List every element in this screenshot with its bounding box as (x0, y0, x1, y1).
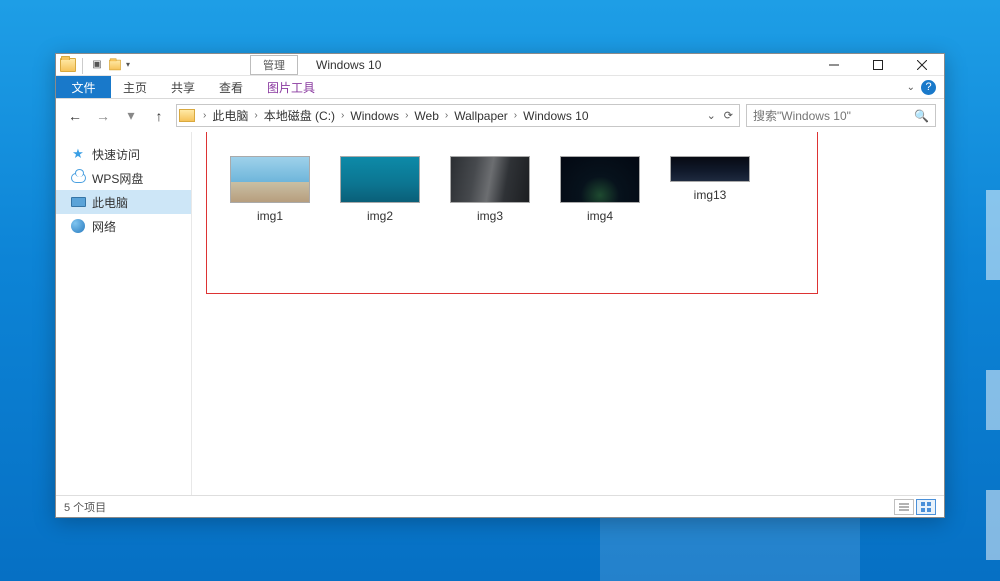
titlebar-left: ▣ ▾ (56, 54, 130, 75)
sidebar-item-wps[interactable]: WPS网盘 (56, 166, 191, 190)
window-controls (812, 54, 944, 75)
window-title: Windows 10 (316, 58, 381, 72)
chevron-right-icon[interactable]: › (250, 110, 261, 121)
thumbnail-icon (230, 156, 310, 203)
star-icon: ★ (70, 146, 86, 162)
back-button[interactable]: ← (64, 105, 86, 127)
crumb-this-pc[interactable]: 此电脑 (210, 107, 250, 124)
view-details-button[interactable] (894, 499, 914, 515)
cloud-icon (70, 170, 86, 186)
up-button[interactable]: ↑ (148, 105, 170, 127)
sidebar-item-label: 此电脑 (92, 194, 128, 211)
close-button[interactable] (900, 54, 944, 75)
chevron-right-icon[interactable]: › (441, 110, 452, 121)
tab-share[interactable]: 共享 (159, 76, 207, 98)
thumbnail-icon (450, 156, 530, 203)
chevron-right-icon[interactable]: › (510, 110, 521, 121)
ribbon-tabs: 文件 主页 共享 查看 图片工具 ⌄ ? (56, 76, 944, 99)
file-item[interactable]: img4 (560, 156, 640, 223)
thumbnail-icon (560, 156, 640, 203)
address-row: ← → ▾ ↑ › 此电脑 › 本地磁盘 (C:) › Windows › We… (56, 99, 944, 132)
explorer-window: ▣ ▾ 管理 Windows 10 文件 主页 共享 查看 图片工具 ⌄ ? ←… (55, 53, 945, 518)
file-name: img13 (694, 188, 727, 202)
context-tab-label: 管理 (250, 55, 298, 75)
addr-dropdown-icon[interactable]: ⌄ (707, 109, 716, 122)
chevron-right-icon[interactable]: › (337, 110, 348, 121)
thumbnail-icon (670, 156, 750, 182)
file-tab[interactable]: 文件 (56, 76, 111, 98)
help-icon[interactable]: ? (921, 80, 936, 95)
file-item[interactable]: img13 (670, 156, 750, 223)
crumb-web[interactable]: Web (412, 109, 440, 123)
crumb-windows[interactable]: Windows (348, 109, 401, 123)
sidebar-item-label: 网络 (92, 218, 116, 235)
quick-access-toolbar: ▣ ▾ (89, 57, 130, 73)
globe-icon (70, 218, 86, 234)
chevron-right-icon[interactable]: › (401, 110, 412, 121)
tab-picture-tools[interactable]: 图片工具 (255, 76, 327, 98)
tab-view[interactable]: 查看 (207, 76, 255, 98)
crumb-disk-c[interactable]: 本地磁盘 (C:) (262, 107, 337, 124)
recent-locations-dropdown[interactable]: ▾ (120, 105, 142, 127)
view-thumbnails-button[interactable] (916, 499, 936, 515)
qat-newfolder-icon[interactable] (107, 57, 123, 73)
file-name: img2 (367, 209, 393, 223)
minimize-button[interactable] (812, 54, 856, 75)
file-name: img1 (257, 209, 283, 223)
thumbnail-icon (340, 156, 420, 203)
sidebar-item-quickaccess[interactable]: ★ 快速访问 (56, 142, 191, 166)
file-item[interactable]: img1 (230, 156, 310, 223)
separator (82, 58, 83, 74)
sidebar-item-label: WPS网盘 (92, 170, 143, 187)
crumb-windows10[interactable]: Windows 10 (521, 109, 590, 123)
content-pane[interactable]: img1 img2 img3 img4 img13 (192, 132, 944, 495)
sidebar-item-thispc[interactable]: 此电脑 (56, 190, 191, 214)
sidebar-item-label: 快速访问 (92, 146, 140, 163)
search-box[interactable]: 🔍 (746, 104, 936, 127)
status-bar: 5 个项目 (56, 495, 944, 517)
address-bar[interactable]: › 此电脑 › 本地磁盘 (C:) › Windows › Web › Wall… (176, 104, 740, 127)
chevron-right-icon[interactable]: › (199, 110, 210, 121)
nav-sidebar: ★ 快速访问 WPS网盘 此电脑 网络 (56, 132, 192, 495)
body: ★ 快速访问 WPS网盘 此电脑 网络 img1 img2 img3 i (56, 132, 944, 495)
file-item[interactable]: img3 (450, 156, 530, 223)
view-mode-toggle (894, 499, 936, 515)
qat-dropdown-icon[interactable]: ▾ (126, 60, 130, 69)
qat-properties-icon[interactable]: ▣ (89, 57, 105, 73)
monitor-icon (70, 194, 86, 210)
ribbon-collapse-icon[interactable]: ⌄ (907, 82, 915, 93)
tab-home[interactable]: 主页 (111, 76, 159, 98)
titlebar: ▣ ▾ 管理 Windows 10 (56, 54, 944, 76)
titlebar-center: 管理 Windows 10 (250, 54, 381, 75)
sidebar-item-network[interactable]: 网络 (56, 214, 191, 238)
file-name: img3 (477, 209, 503, 223)
maximize-button[interactable] (856, 54, 900, 75)
forward-button[interactable]: → (92, 105, 114, 127)
file-name: img4 (587, 209, 613, 223)
folder-icon (60, 58, 76, 72)
crumb-wallpaper[interactable]: Wallpaper (452, 109, 510, 123)
refresh-icon[interactable]: ⟳ (724, 109, 733, 122)
search-icon[interactable]: 🔍 (914, 109, 929, 123)
file-item[interactable]: img2 (340, 156, 420, 223)
thumbnail-grid: img1 img2 img3 img4 img13 (192, 132, 944, 247)
item-count: 5 个项目 (64, 499, 106, 515)
search-input[interactable] (753, 109, 914, 123)
ribbon-right: ⌄ ? (907, 76, 944, 98)
addr-folder-icon (179, 109, 195, 122)
